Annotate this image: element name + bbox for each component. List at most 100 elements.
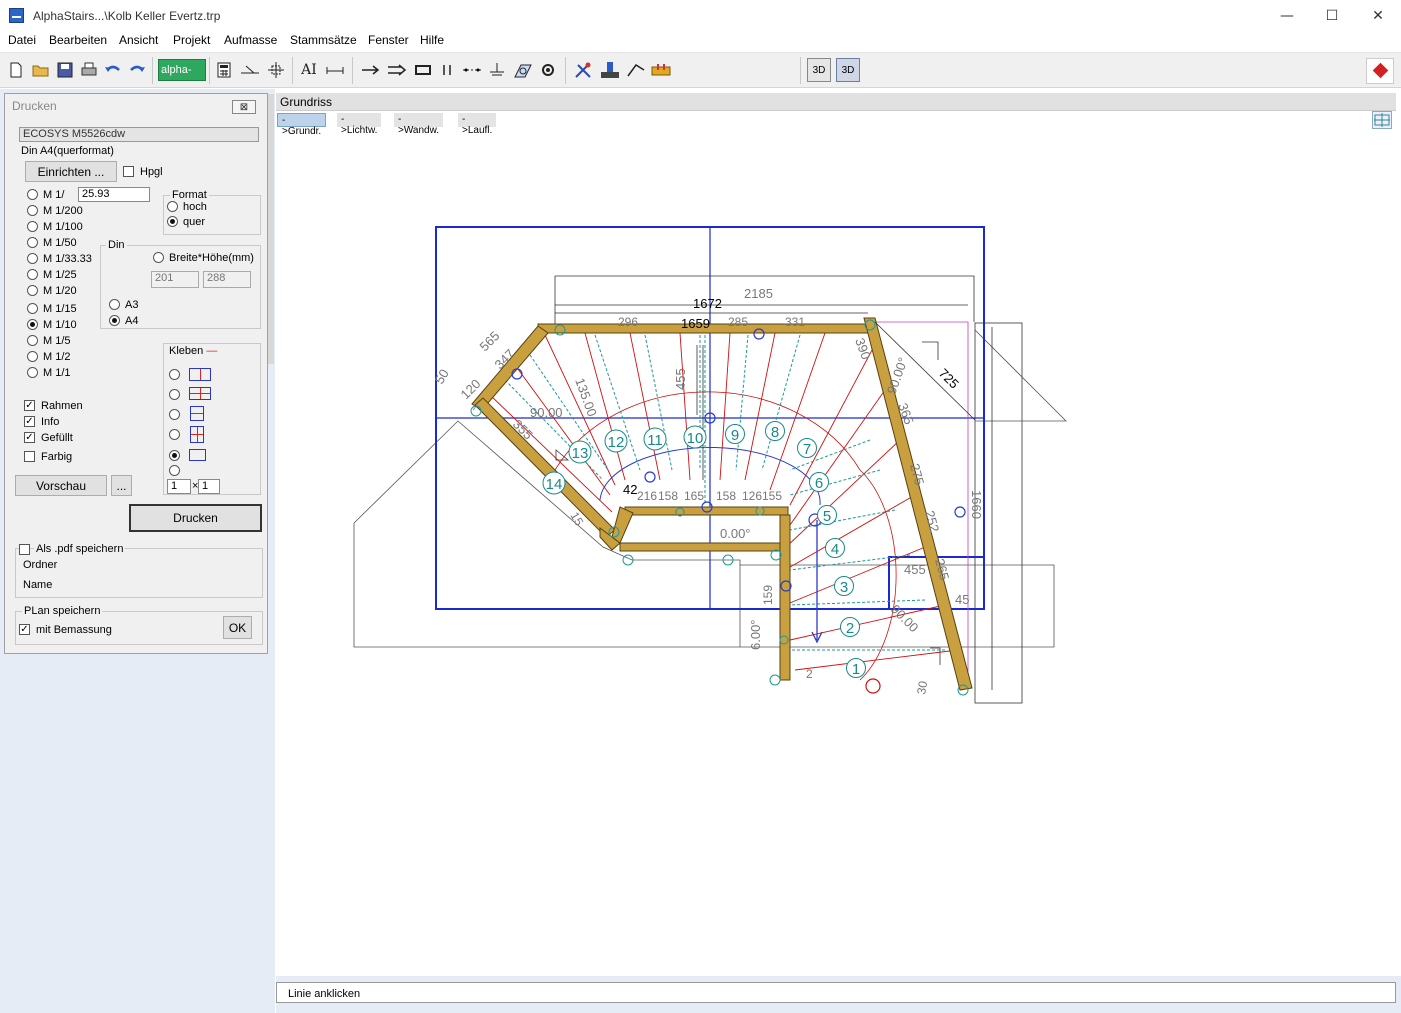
undo-icon[interactable] (102, 59, 124, 81)
step-number: 6 (809, 472, 829, 492)
redo-icon[interactable] (126, 59, 148, 81)
rahmen-checkbox[interactable]: ✓ (24, 400, 35, 411)
pdf-checkbox[interactable] (19, 544, 30, 555)
double-arrow-icon[interactable] (386, 59, 408, 81)
format-radio-hoch[interactable] (167, 201, 178, 212)
format-radio-quer[interactable] (167, 216, 178, 227)
view-3d-button[interactable]: 3D (807, 58, 831, 82)
calculator-icon[interactable] (213, 59, 235, 81)
machine-icon[interactable] (599, 59, 621, 81)
scale-radio-1[interactable] (27, 367, 38, 378)
minimize-button[interactable]: — (1264, 0, 1310, 31)
gear-icon[interactable] (537, 59, 559, 81)
step-number: 1 (846, 658, 866, 678)
menu-fenster[interactable]: Fenster (368, 33, 409, 47)
step-number: 4 (825, 538, 845, 558)
kleben-radio-1[interactable] (169, 369, 180, 380)
din-radio-custom[interactable] (153, 252, 164, 263)
line-tool-icon[interactable] (239, 59, 261, 81)
scale-custom-input[interactable]: 25.93 (78, 187, 150, 202)
kleben-radio-2[interactable] (169, 389, 180, 400)
dotted-line-icon[interactable] (461, 59, 483, 81)
scale-radio-200[interactable] (27, 205, 38, 216)
rectangle-tool-icon[interactable] (412, 59, 434, 81)
svg-text:7: 7 (803, 441, 811, 458)
print-icon[interactable] (78, 59, 100, 81)
svg-text:8: 8 (771, 424, 779, 441)
preview-button[interactable]: Vorschau (15, 475, 107, 496)
stair-3d-icon[interactable] (512, 59, 534, 81)
menu-aufmasse[interactable]: Aufmasse (224, 33, 277, 47)
dimension-icon[interactable] (324, 59, 346, 81)
farbig-label: Farbig (41, 451, 73, 463)
svg-text:10: 10 (687, 430, 704, 447)
kleben-radio-6[interactable] (169, 465, 180, 476)
scale-radio-33[interactable] (27, 253, 38, 264)
alpha-button[interactable]: alpha- (158, 59, 206, 81)
stair-plan-drawing[interactable]: 2185 1672 1659 296 285 331 565 347 50 12… (276, 111, 1396, 976)
din-radio-a4[interactable] (109, 315, 120, 326)
scale-radio-50[interactable] (27, 237, 38, 248)
kleben-radio-5[interactable] (169, 450, 180, 461)
menu-ansicht[interactable]: Ansicht (119, 33, 158, 47)
hpgl-checkbox[interactable] (123, 166, 134, 177)
din-width-input[interactable]: 201 (151, 271, 199, 288)
farbig-checkbox[interactable] (24, 451, 35, 462)
pdf-folder-label: Ordner (23, 559, 58, 571)
scale-radio-10[interactable] (27, 319, 38, 330)
kleben-radio-4[interactable] (169, 429, 180, 440)
view-3d-solid-button[interactable]: 3D (836, 58, 860, 82)
maximize-button[interactable]: ☐ (1309, 0, 1355, 31)
text-tool-icon[interactable]: AI (298, 59, 320, 81)
dim-label: 455 (904, 562, 926, 577)
alert-diamond-button[interactable] (1366, 58, 1394, 84)
dim-label: 296 (618, 315, 638, 329)
dim-label: 285 (728, 315, 748, 329)
post-icon[interactable] (486, 59, 508, 81)
scale-radio-25[interactable] (27, 269, 38, 280)
export-icon[interactable] (650, 59, 672, 81)
dim-label: 135.00 (572, 376, 600, 418)
setup-button[interactable]: Einrichten ... (25, 161, 117, 182)
din-radio-a3[interactable] (109, 299, 120, 310)
close-button[interactable]: ✕ (1355, 0, 1401, 31)
din-custom-label: Breite*Höhe(mm) (169, 252, 254, 264)
scale-radio-100[interactable] (27, 221, 38, 232)
kleben-to-input[interactable]: 1 (198, 479, 220, 494)
print-button[interactable]: Drucken (129, 504, 262, 532)
panel-close-icon[interactable]: ⊠ (232, 100, 256, 114)
din-label: A3 (125, 299, 139, 311)
drawing-canvas[interactable]: ->Grundr. ->Lichtw. ->Wandw. ->Laufl. 21… (276, 111, 1396, 976)
gefuellt-checkbox[interactable]: ✓ (24, 432, 35, 443)
menu-projekt[interactable]: Projekt (173, 33, 210, 47)
scale-radio-2[interactable] (27, 351, 38, 362)
scale-radio-custom[interactable] (27, 189, 38, 200)
move-icon[interactable] (265, 59, 287, 81)
tile-horizontal-icon (190, 406, 204, 421)
ok-button[interactable]: OK (223, 616, 252, 639)
kleben-radio-3[interactable] (169, 409, 180, 420)
info-checkbox[interactable]: ✓ (24, 416, 35, 427)
din-height-input[interactable]: 288 (203, 271, 251, 288)
tools-icon[interactable] (572, 59, 594, 81)
menu-bearbeiten[interactable]: Bearbeiten (49, 33, 107, 47)
menu-hilfe[interactable]: Hilfe (420, 33, 444, 47)
scale-radio-5[interactable] (27, 335, 38, 346)
parallel-icon[interactable] (436, 59, 458, 81)
kleben-from-input[interactable]: 1 (167, 479, 191, 494)
scale-radio-20[interactable] (27, 285, 38, 296)
more-options-button[interactable]: ... (111, 475, 132, 496)
panel-scrollbar[interactable] (268, 94, 274, 364)
outline-frame (974, 329, 1067, 422)
menu-datei[interactable]: Datei (8, 33, 36, 47)
save-icon[interactable] (54, 59, 76, 81)
new-file-icon[interactable] (5, 59, 27, 81)
status-text: Linie anklicken (288, 988, 361, 1000)
scale-radio-15[interactable] (27, 303, 38, 314)
open-folder-icon[interactable] (30, 59, 52, 81)
curve-tool-icon[interactable] (625, 59, 647, 81)
arrow-tool-icon[interactable] (360, 59, 382, 81)
menu-stammsaetze[interactable]: Stammsätze (290, 33, 357, 47)
printer-name-field[interactable]: ECOSYS M5526cdw (19, 127, 259, 142)
plan-dim-checkbox[interactable]: ✓ (19, 624, 30, 635)
